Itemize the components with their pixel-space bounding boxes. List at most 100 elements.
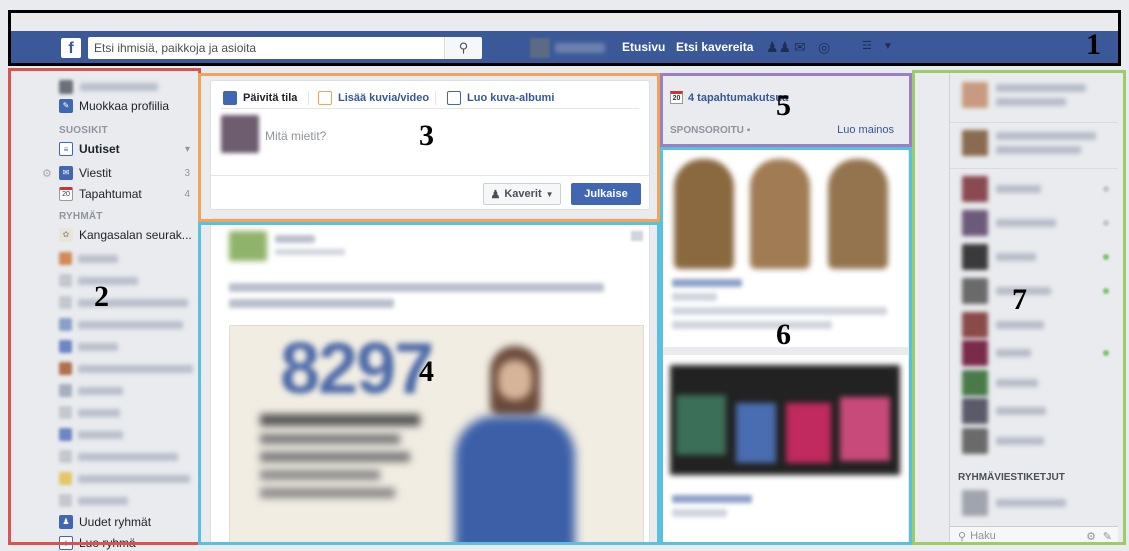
contact-avatar[interactable]	[962, 428, 988, 454]
tab-update-status[interactable]: Päivitä tila	[223, 91, 297, 105]
group-icon	[59, 384, 72, 397]
group-item-blurred[interactable]	[78, 387, 123, 395]
tab-label: Lisää kuvia/video	[338, 92, 430, 104]
contact-name-blurred[interactable]	[996, 185, 1041, 193]
notifications-globe-icon[interactable]: ◎	[818, 39, 830, 56]
gear-icon[interactable]: ⚙	[42, 167, 52, 180]
chat-search[interactable]: ⚲ Haku ⚙ ✎	[950, 526, 1118, 545]
ad-block[interactable]	[662, 147, 908, 347]
post-options-chevron-down-icon[interactable]	[631, 231, 643, 241]
group-item-blurred[interactable]	[78, 409, 120, 417]
search-box: ⚲	[88, 37, 482, 59]
group-name-blurred[interactable]	[996, 499, 1066, 507]
avatar[interactable]	[962, 82, 988, 108]
home-link[interactable]: Etusivu	[622, 40, 665, 54]
chevron-down-icon[interactable]: ▾	[185, 144, 190, 155]
friend-requests-icon[interactable]: ♟♟	[766, 39, 791, 56]
favorites-heading: SUOSIKIT	[59, 125, 108, 136]
search-button[interactable]: ⚲	[444, 37, 482, 59]
profile-avatar[interactable]	[530, 38, 550, 58]
messages-icon: ✉	[59, 166, 73, 180]
sidebar-item-edit-profile[interactable]: ✎ Muokkaa profiilia	[59, 98, 169, 114]
event-invites-label: 4 tapahtumakutsua	[688, 91, 789, 104]
sidebar-item-label: Uudet ryhmät	[79, 515, 152, 529]
facebook-logo-icon[interactable]: f	[61, 38, 81, 58]
gear-icon[interactable]: ⚙	[1086, 530, 1096, 543]
ad-image-coat	[676, 395, 726, 455]
group-item-blurred[interactable]	[78, 321, 183, 329]
avatar[interactable]	[962, 130, 988, 156]
avatar[interactable]	[229, 231, 267, 261]
contact-avatar[interactable]	[962, 210, 988, 236]
divider	[950, 168, 1118, 169]
contact-name-blurred[interactable]	[996, 379, 1038, 387]
contact-name-blurred[interactable]	[996, 253, 1036, 261]
profile-name-blurred[interactable]	[555, 43, 605, 53]
group-item-blurred[interactable]	[78, 497, 128, 505]
new-message-icon[interactable]: ✎	[1103, 530, 1112, 543]
group-item-blurred[interactable]	[78, 453, 178, 461]
sidebar-item-new-groups[interactable]: ♟ Uudet ryhmät	[59, 514, 151, 530]
find-friends-link[interactable]: Etsi kavereita	[676, 40, 753, 54]
group-icon	[59, 428, 72, 441]
story-text-blurred	[996, 98, 1066, 106]
group-icon	[59, 472, 72, 485]
contact-avatar[interactable]	[962, 340, 988, 366]
post-image-text-blurred	[260, 452, 410, 462]
group-item-blurred[interactable]	[78, 475, 190, 483]
group-item-blurred[interactable]	[78, 365, 193, 373]
user-name-blurred[interactable]	[80, 83, 158, 91]
search-input[interactable]	[88, 37, 443, 59]
messages-icon[interactable]: ✉	[794, 39, 806, 56]
contact-avatar[interactable]	[962, 490, 988, 516]
contact-avatar[interactable]	[962, 176, 988, 202]
composer-footer: ♟ Kaverit ▼ Julkaise	[211, 175, 649, 209]
privacy-shortcuts-icon[interactable]: ☲	[862, 39, 872, 52]
story-text-blurred[interactable]	[996, 132, 1096, 140]
status-dot	[1103, 350, 1109, 356]
groups-icon: ♟	[59, 515, 73, 529]
group-item-blurred[interactable]	[78, 255, 118, 263]
group-icon	[59, 406, 72, 419]
contact-avatar[interactable]	[962, 278, 988, 304]
contact-name-blurred[interactable]	[996, 321, 1044, 329]
sidebar-item-news[interactable]: ≡ Uutiset ▾	[59, 141, 194, 157]
sidebar-item-messages[interactable]: ✉ Viestit 3	[59, 165, 194, 181]
contact-name-blurred[interactable]	[996, 437, 1044, 445]
user-avatar-icon[interactable]	[59, 80, 73, 94]
ad-block[interactable]	[662, 355, 908, 545]
post-image-text-blurred	[260, 414, 420, 426]
sidebar-item-events[interactable]: 20 Tapahtumat 4	[59, 186, 194, 202]
status-dot	[1103, 220, 1109, 226]
ad-title-blurred[interactable]	[672, 279, 742, 287]
divider	[950, 122, 1118, 123]
sidebar-item-group-kangasala[interactable]: ✿ Kangasalan seurak...	[59, 227, 192, 243]
contact-name-blurred[interactable]	[996, 407, 1046, 415]
contact-avatar[interactable]	[962, 312, 988, 338]
sidebar-item-create-group[interactable]: + Luo ryhmä	[59, 535, 136, 551]
contact-name-blurred[interactable]	[996, 349, 1031, 357]
post-image-number: 8297	[280, 329, 434, 409]
publish-button[interactable]: Julkaise	[571, 183, 641, 205]
post-image[interactable]: 8297	[229, 325, 644, 544]
contact-avatar[interactable]	[962, 398, 988, 424]
tab-add-photo-video[interactable]: Lisää kuvia/video	[318, 91, 429, 105]
album-icon	[447, 91, 461, 105]
tab-create-album[interactable]: Luo kuva-albumi	[447, 91, 554, 105]
contact-avatar[interactable]	[962, 244, 988, 270]
contact-name-blurred[interactable]	[996, 219, 1056, 227]
status-input[interactable]	[265, 129, 515, 143]
ad-title-blurred[interactable]	[672, 495, 752, 503]
post-author-blurred[interactable]	[275, 235, 315, 243]
contact-avatar[interactable]	[962, 370, 988, 396]
create-ad-link[interactable]: Luo mainos	[837, 124, 894, 136]
account-menu-chevron-down-icon[interactable]: ▼	[883, 41, 893, 52]
audience-selector[interactable]: ♟ Kaverit ▼	[483, 183, 561, 205]
event-invites-link[interactable]: 20 4 tapahtumakutsua	[670, 91, 788, 104]
ad-image-coat	[840, 397, 890, 461]
group-item-blurred[interactable]	[78, 343, 118, 351]
post-image-text-blurred	[260, 434, 400, 444]
chat-search-label: Haku	[970, 530, 996, 542]
story-text-blurred[interactable]	[996, 84, 1086, 92]
group-item-blurred[interactable]	[78, 431, 123, 439]
